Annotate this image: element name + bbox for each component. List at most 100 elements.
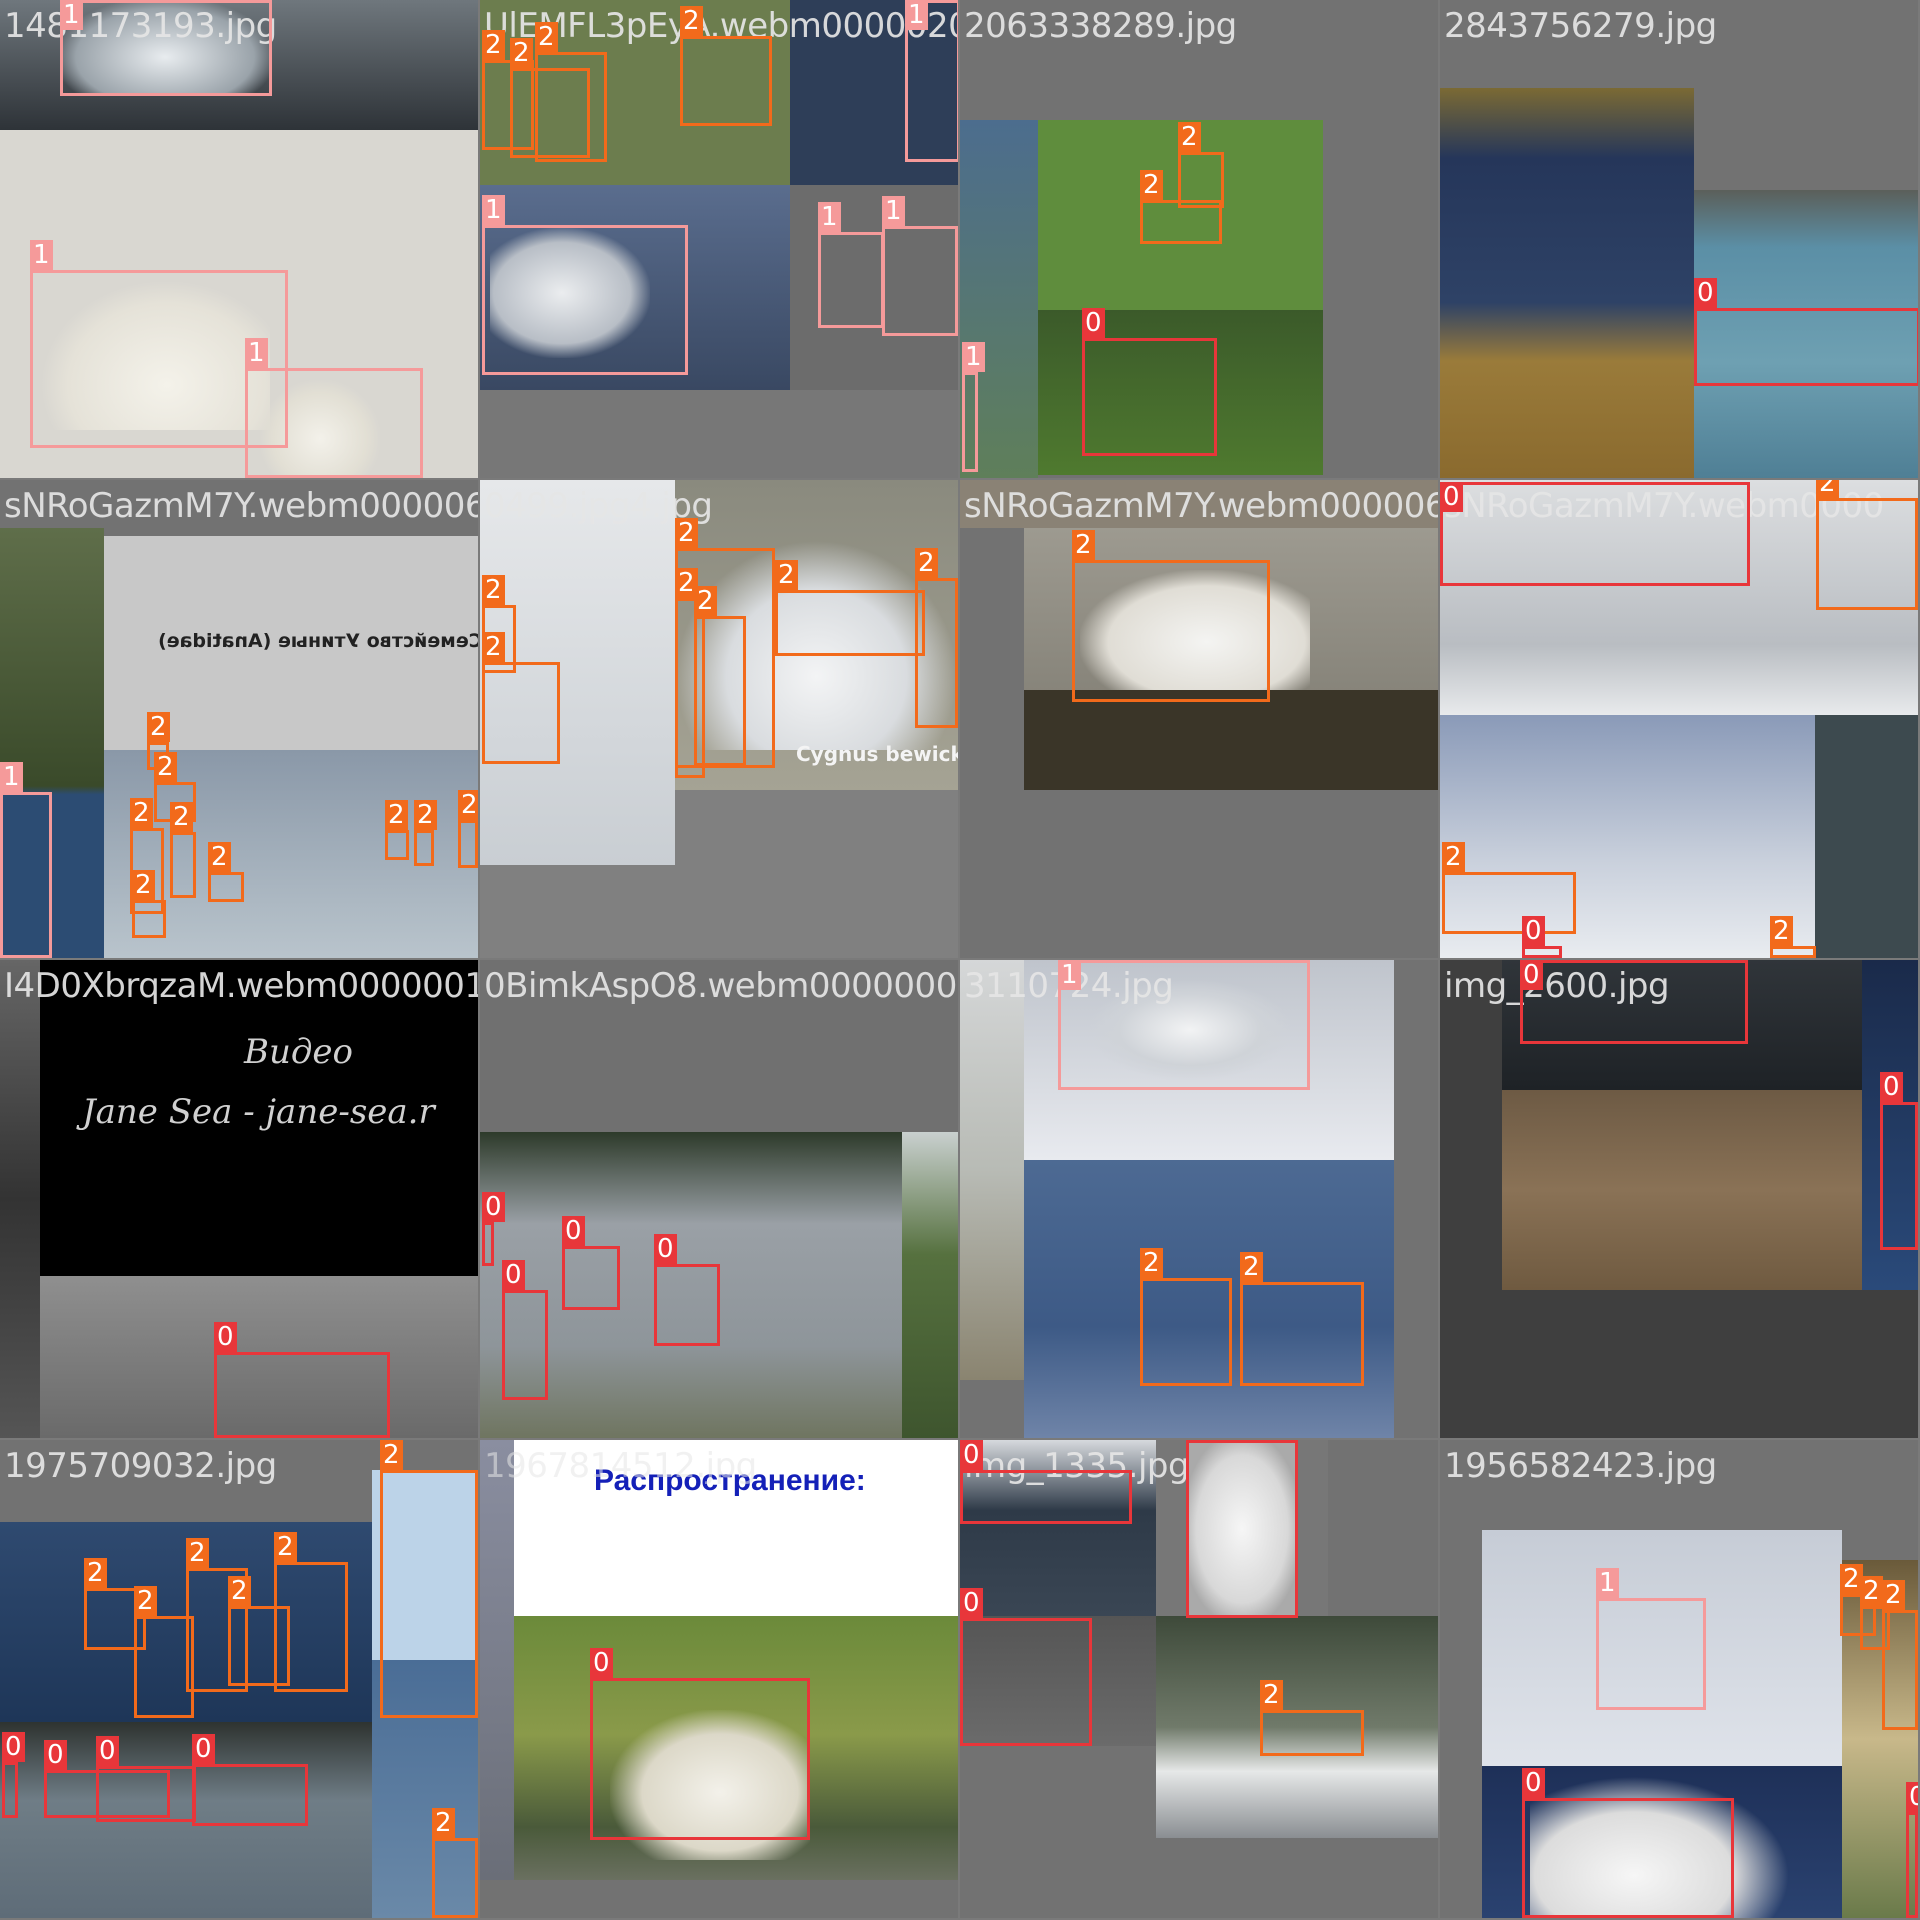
mosaic-tile: 1481173193.jpg 1 1 1 [0, 0, 478, 478]
bbox: 2 [1442, 842, 1576, 934]
bbox-label: 1 [1058, 960, 1081, 990]
photo-nest [1502, 1090, 1862, 1290]
bbox: 1 [482, 195, 688, 375]
bbox-label: 2 [147, 712, 170, 742]
mosaic-tile: 2843756279.jpg 0 [1440, 0, 1918, 478]
bbox-label: 0 [1906, 1782, 1918, 1812]
bbox-label: 0 [1520, 960, 1543, 990]
bbox: 0 [1520, 960, 1748, 1044]
tile-filename: 1967814512.jpg [484, 1446, 757, 1486]
bbox-label: 0 [1522, 1768, 1545, 1798]
overlay-caption: Cygnus bewickii [796, 742, 958, 766]
bbox: 1 [1596, 1568, 1706, 1710]
bbox-label: 1 [245, 338, 268, 368]
bbox-label: 2 [228, 1576, 251, 1606]
mosaic-tile: Распространение: 1967814512.jpg 0 [480, 1440, 958, 1918]
mosaic-tile: Видео Jane Sea - jane-sea.r I4D0XbrqzaM.… [0, 960, 478, 1438]
bbox: 2 [1140, 1248, 1232, 1386]
bbox: 2 [432, 1808, 478, 1918]
bbox-label: 2 [1882, 1580, 1905, 1610]
bbox-label: 2 [694, 586, 717, 616]
bbox: 0 [1440, 482, 1750, 586]
mosaic-tile: 2063338289.jpg 2 2 0 1 [960, 0, 1438, 478]
bbox: 0 [96, 1736, 196, 1822]
tile-filename: 2843756279.jpg [1444, 6, 1717, 46]
mosaic-tile: 0BimkAspO8.webm0000000796.jpg 0 0 0 0 [480, 960, 958, 1438]
bbox: 2 [482, 632, 560, 764]
bbox: 1 [882, 196, 958, 336]
bbox: 2 [915, 548, 958, 728]
bbox-label: 1 [1596, 1568, 1619, 1598]
mosaic-tile: Семейство Утиные (Anatidae) sNRoGazmM7Y.… [0, 480, 478, 958]
bbox-label: 0 [1440, 482, 1463, 512]
bbox-label: 2 [535, 22, 558, 52]
bbox-label: 1 [905, 0, 928, 30]
bbox-label: 2 [170, 802, 193, 832]
bbox-label: 0 [960, 1588, 983, 1618]
bbox-label: 2 [132, 870, 155, 900]
bbox: 0 [1186, 1440, 1298, 1618]
bbox: 1 [0, 762, 52, 958]
bbox-label: 0 [654, 1234, 677, 1264]
bbox: 0 [1906, 1782, 1918, 1918]
bbox-label: 2 [1140, 1248, 1163, 1278]
bbox: 2 [1240, 1252, 1364, 1386]
bbox-label: 2 [675, 518, 698, 548]
bbox: 2 [458, 790, 478, 868]
bbox-label: 1 [482, 195, 505, 225]
bbox-label: 2 [432, 1808, 455, 1838]
bbox: 1 [245, 338, 423, 478]
tile-filename: sNRoGazmM7Y.webm0000060499.jpg [4, 486, 478, 526]
bbox-label: 1 [30, 240, 53, 270]
bbox: 1 [1058, 960, 1310, 1090]
bbox: 2 [1140, 170, 1222, 244]
bbox-label: 2 [84, 1558, 107, 1588]
bbox-label: 2 [134, 1586, 157, 1616]
bbox-label: 1 [818, 202, 841, 232]
bbox-label: 0 [482, 1192, 505, 1222]
tile-filename: 1956582423.jpg [1444, 1446, 1717, 1486]
photo-edge [0, 960, 40, 1438]
bbox-label: 1 [60, 0, 83, 30]
bbox-label: 0 [562, 1216, 585, 1246]
bbox: 1 [818, 202, 884, 328]
mosaic-tile: 1975709032.jpg 2 2 2 2 2 2 0 0 0 0 2 [0, 1440, 478, 1918]
bbox-label: 2 [1072, 530, 1095, 560]
bbox: 1 [962, 342, 985, 472]
bbox-label: 0 [44, 1740, 67, 1770]
bbox-label: 2 [482, 632, 505, 662]
tile-filename: 2063338289.jpg [964, 6, 1237, 46]
tile-filename: 1975709032.jpg [4, 1446, 277, 1486]
bbox-label: 2 [208, 842, 231, 872]
tile-filename: I4D0XbrqzaM.webm0000001309.jpg [4, 966, 478, 1006]
bbox-label: 2 [510, 38, 533, 68]
bbox: 2 [170, 802, 196, 898]
bbox-label: 2 [1442, 842, 1465, 872]
bbox-label: 2 [482, 30, 505, 60]
bbox-label: 0 [1880, 1072, 1903, 1102]
bbox: 2 [380, 1440, 478, 1718]
photo-strip [480, 1440, 514, 1880]
bbox-label: 2 [186, 1538, 209, 1568]
bbox: 1 [60, 0, 272, 96]
bbox-label: 1 [882, 196, 905, 226]
bbox-label: 1 [0, 762, 23, 792]
photo-nest [1024, 690, 1438, 790]
bbox-label: 2 [130, 798, 153, 828]
bbox: 0 [1880, 1072, 1918, 1250]
bbox-label: 2 [1816, 480, 1839, 498]
bbox-label: 2 [1140, 170, 1163, 200]
tile-filename: sNRoGazmM7Y.webm0000060499.jpg [964, 486, 1438, 526]
bbox: 2 [414, 800, 437, 866]
bbox-label: 2 [154, 752, 177, 782]
bbox: 2 [1816, 480, 1918, 610]
mosaic-tile: sNRoGazmM7Y.webm0000 0 2 2 0 2 [1440, 480, 1918, 958]
bbox: 0 [590, 1648, 810, 1840]
bbox: 0 [214, 1322, 390, 1438]
bbox: 2 [1072, 530, 1270, 702]
bbox: 2 [274, 1532, 348, 1692]
bbox-label: 0 [192, 1734, 215, 1764]
bbox: 2 [1260, 1680, 1364, 1756]
bbox-label: 2 [380, 1440, 403, 1470]
mosaic-grid: 1481173193.jpg 1 1 1 UlEMFL3pEyA.webm000… [0, 0, 1920, 1920]
